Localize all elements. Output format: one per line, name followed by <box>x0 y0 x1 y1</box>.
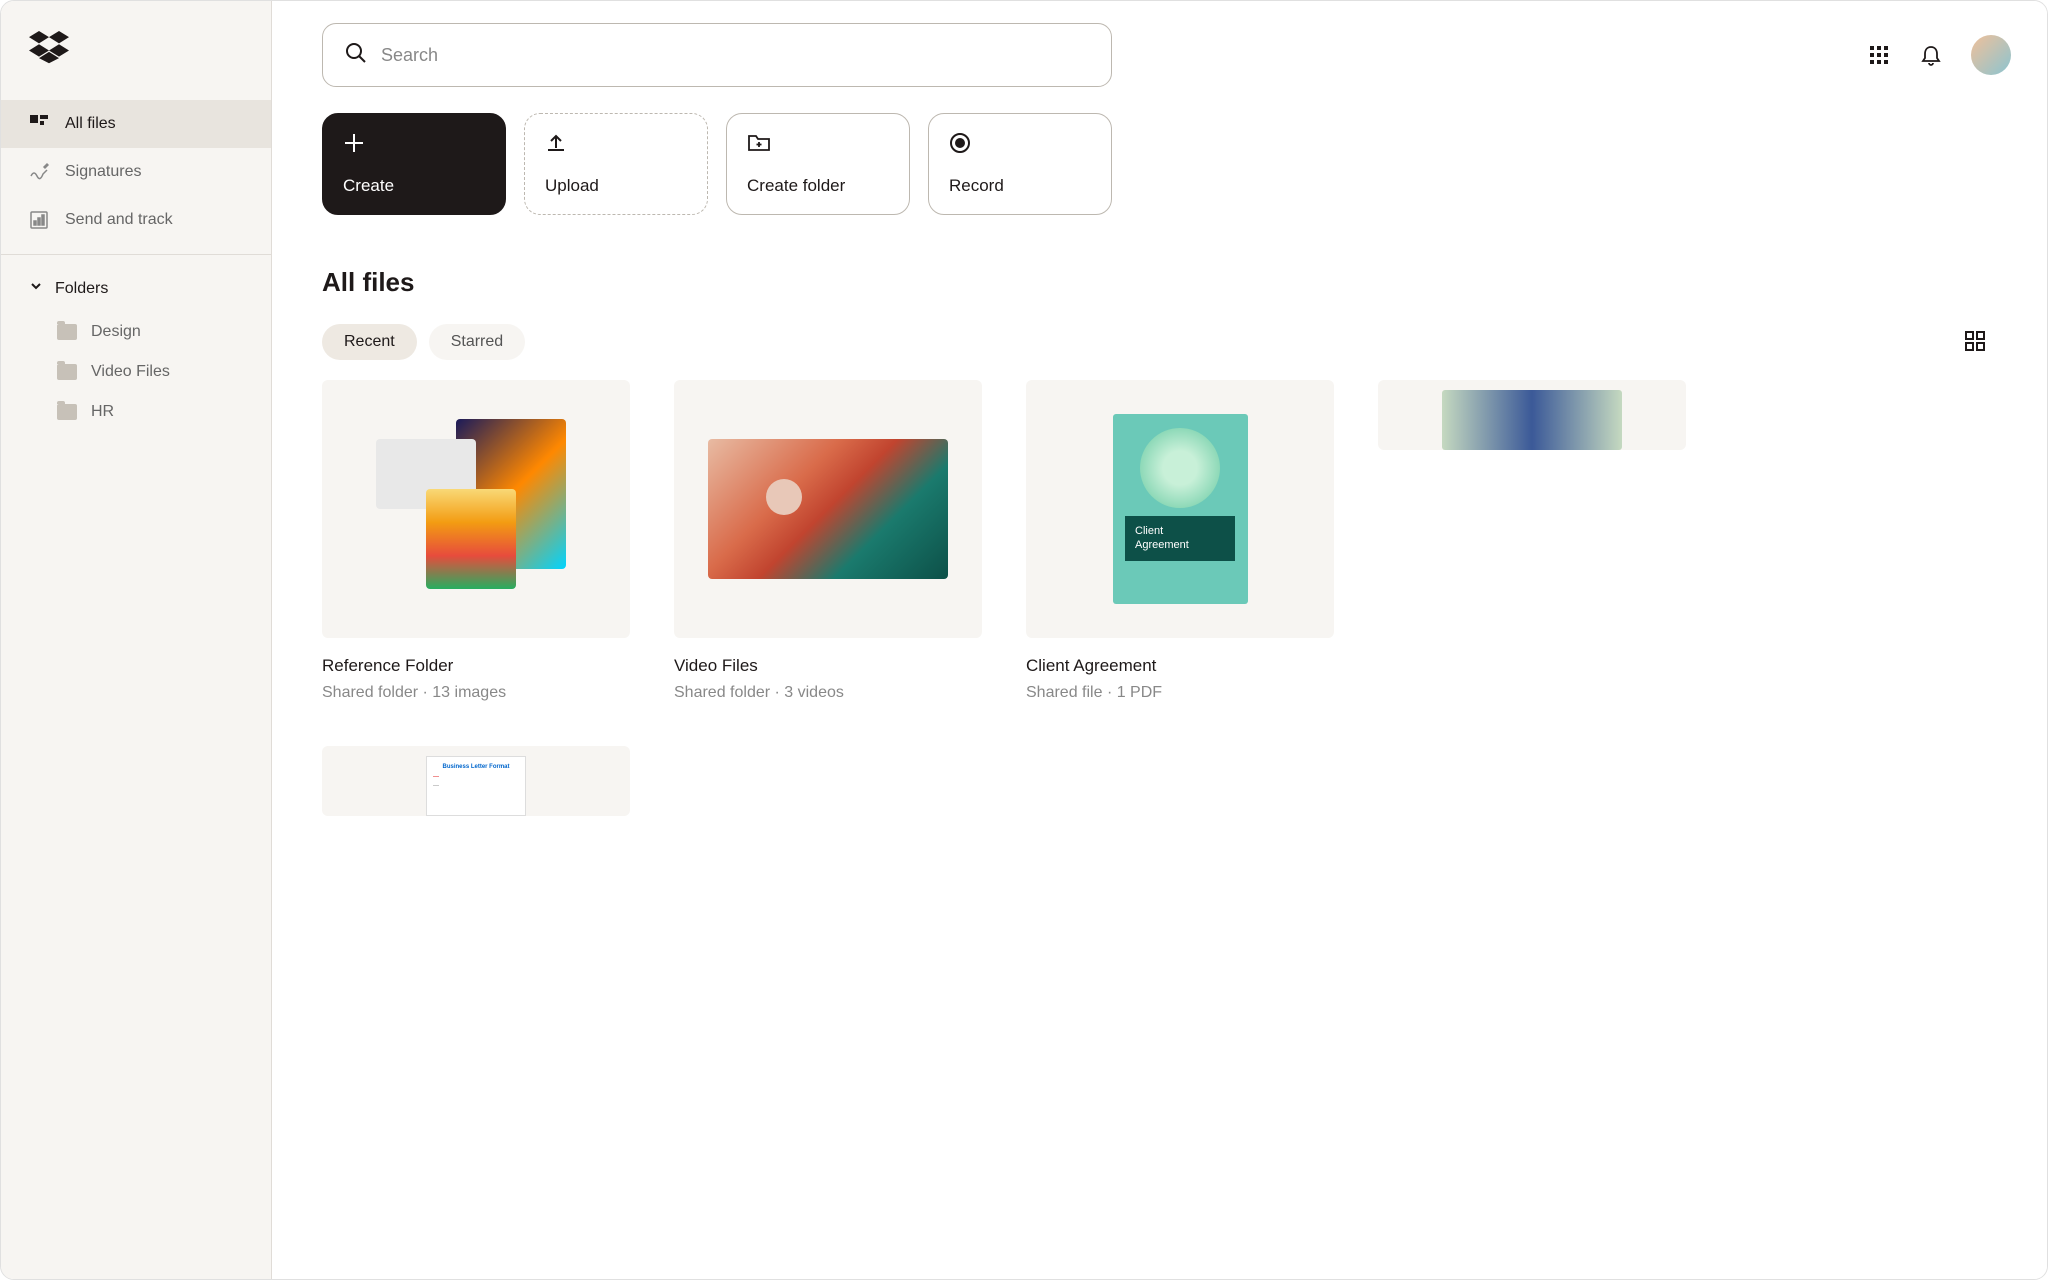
doc-label-line: Client <box>1135 524 1225 538</box>
grid-view-icon[interactable] <box>1965 331 1987 353</box>
folders-header-label: Folders <box>55 280 108 298</box>
card-thumbnail: Client Agreement <box>1026 380 1334 638</box>
card-subtitle: Shared folder · 13 images <box>322 684 630 702</box>
card-subtitle: Shared folder · 3 videos <box>674 684 982 702</box>
thumbnail-art <box>376 419 576 599</box>
nav-label: Send and track <box>65 211 173 229</box>
action-label: Record <box>949 176 1091 196</box>
notifications-bell-icon[interactable] <box>1919 43 1943 67</box>
search-icon <box>345 42 367 69</box>
apps-grid-icon[interactable] <box>1867 43 1891 67</box>
search-input[interactable] <box>381 45 1089 66</box>
app-window: All files Signatures Send and track Fold… <box>0 0 2048 1280</box>
card-thumbnail <box>322 380 630 638</box>
card-item-5[interactable]: Business Letter Format —— <box>322 746 630 816</box>
chevron-down-icon <box>29 279 43 298</box>
create-folder-button[interactable]: Create folder <box>726 113 910 215</box>
card-client-agreement[interactable]: Client Agreement Client Agreement Shared… <box>1026 380 1334 702</box>
card-item-4[interactable] <box>1378 380 1686 702</box>
action-label: Upload <box>545 176 687 196</box>
nav-send-track[interactable]: Send and track <box>1 196 271 244</box>
card-thumbnail <box>1378 380 1686 450</box>
card-title: Client Agreement <box>1026 656 1334 676</box>
action-label: Create folder <box>747 176 889 196</box>
folder-label: Design <box>91 323 141 341</box>
thumbnail-art <box>708 439 948 579</box>
user-avatar[interactable] <box>1971 35 2011 75</box>
card-reference-folder[interactable]: Reference Folder Shared folder · 13 imag… <box>322 380 630 702</box>
dropbox-logo-icon[interactable] <box>29 52 69 69</box>
plus-icon <box>343 132 367 156</box>
filter-recent[interactable]: Recent <box>322 324 417 360</box>
nav-signatures[interactable]: Signatures <box>1 148 271 196</box>
send-track-icon <box>29 210 49 230</box>
nav-label: Signatures <box>65 163 142 181</box>
sidebar: All files Signatures Send and track Fold… <box>1 1 272 1279</box>
main-content: Create Upload Create folder Record <box>272 1 2047 1279</box>
folder-icon <box>57 404 77 420</box>
thumbnail-art: Client Agreement <box>1113 414 1248 604</box>
folder-plus-icon <box>747 132 771 156</box>
create-button[interactable]: Create <box>322 113 506 215</box>
folder-hr[interactable]: HR <box>1 392 271 432</box>
record-button[interactable]: Record <box>928 113 1112 215</box>
cards-grid: Reference Folder Shared folder · 13 imag… <box>272 380 2047 846</box>
upload-button[interactable]: Upload <box>524 113 708 215</box>
doc-label-line: Agreement <box>1135 538 1225 552</box>
card-thumbnail <box>674 380 982 638</box>
nav-all-files[interactable]: All files <box>1 100 271 148</box>
card-thumbnail: Business Letter Format —— <box>322 746 630 816</box>
record-icon <box>949 132 973 156</box>
action-bar: Create Upload Create folder Record <box>272 97 2047 225</box>
signatures-icon <box>29 162 49 182</box>
topbar <box>272 1 2047 97</box>
card-title: Video Files <box>674 656 982 676</box>
action-label: Create <box>343 176 485 196</box>
nav-label: All files <box>65 115 116 133</box>
sidebar-divider <box>1 254 271 255</box>
topbar-icons <box>1867 35 2011 75</box>
card-subtitle: Shared file · 1 PDF <box>1026 684 1334 702</box>
folder-video-files[interactable]: Video Files <box>1 352 271 392</box>
filter-starred[interactable]: Starred <box>429 324 525 360</box>
thumbnail-art: Business Letter Format —— <box>426 756 526 816</box>
card-title: Reference Folder <box>322 656 630 676</box>
doc-label: Client Agreement <box>1125 516 1235 561</box>
filter-row: Recent Starred <box>272 308 2047 380</box>
logo-area <box>1 1 271 100</box>
all-files-icon <box>29 114 49 134</box>
upload-icon <box>545 132 569 156</box>
card-video-files[interactable]: Video Files Shared folder · 3 videos <box>674 380 982 702</box>
search-box[interactable] <box>322 23 1112 87</box>
folder-design[interactable]: Design <box>1 312 271 352</box>
page-title: All files <box>272 225 2047 308</box>
folders-header[interactable]: Folders <box>1 265 271 312</box>
folder-label: Video Files <box>91 363 170 381</box>
folder-icon <box>57 324 77 340</box>
thumbnail-art <box>1442 390 1622 450</box>
folder-label: HR <box>91 403 114 421</box>
folder-icon <box>57 364 77 380</box>
letter-heading: Business Letter Format <box>433 763 519 773</box>
nav-section: All files Signatures Send and track <box>1 100 271 244</box>
